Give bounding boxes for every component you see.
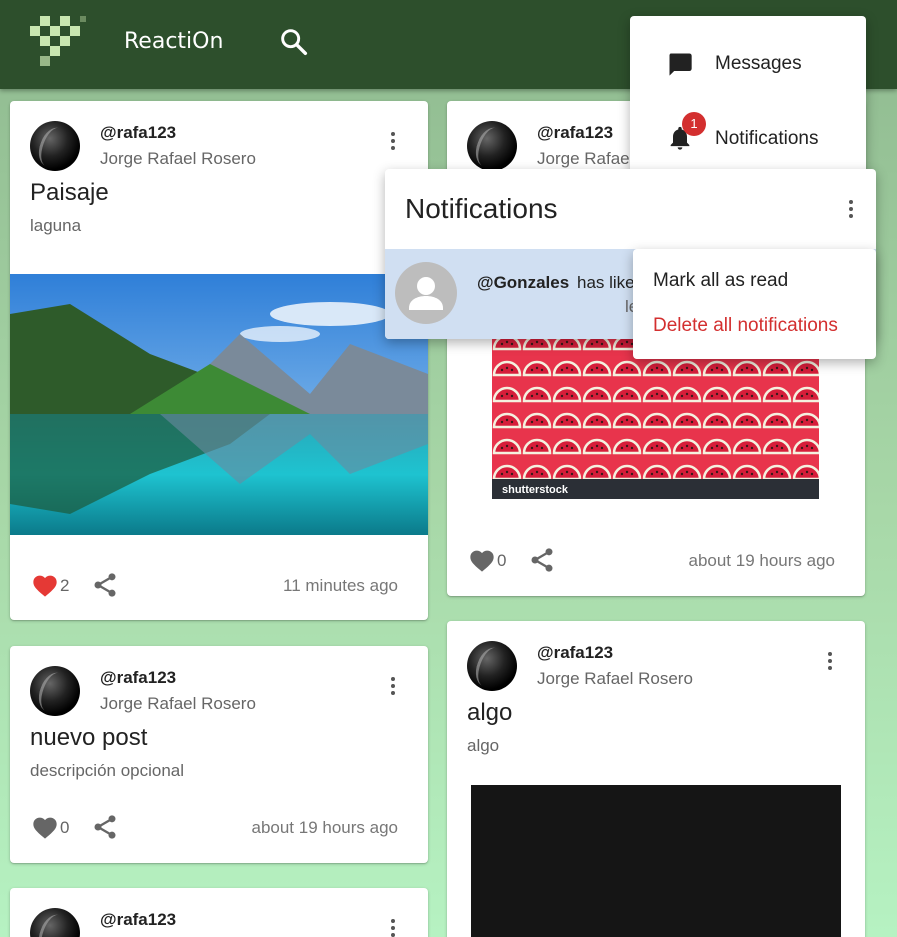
share-icon bbox=[531, 548, 553, 572]
post-card: @rafa123 Jorge Rafael Rosero nuevo post … bbox=[10, 646, 428, 863]
post-image bbox=[10, 274, 428, 535]
more-vert-icon bbox=[391, 677, 395, 695]
avatar[interactable] bbox=[30, 908, 80, 937]
post-author-handle[interactable]: @rafa123 bbox=[100, 668, 176, 688]
share-icon bbox=[94, 815, 116, 839]
post-card: @rafa123 Jorge Rafael Rosero Paisaje lag… bbox=[10, 101, 428, 620]
post-timestamp: 11 minutes ago bbox=[283, 576, 398, 595]
heart-icon bbox=[470, 550, 494, 572]
share-button[interactable] bbox=[91, 571, 119, 599]
chat-icon bbox=[669, 53, 692, 76]
heart-icon bbox=[33, 575, 57, 597]
menu-item-notifications[interactable]: 1 Notifications bbox=[630, 108, 866, 168]
post-image bbox=[471, 785, 841, 937]
like-count: 0 bbox=[497, 551, 507, 570]
like-button[interactable] bbox=[31, 572, 59, 598]
search-icon bbox=[281, 29, 308, 56]
image-watermark: shutterstock bbox=[502, 484, 569, 496]
menu-item-label: Notifications bbox=[715, 128, 819, 149]
post-author-handle[interactable]: @rafa123 bbox=[100, 123, 176, 143]
notifications-more-button[interactable] bbox=[839, 197, 863, 221]
avatar[interactable] bbox=[30, 121, 80, 171]
post-author-handle[interactable]: @rafa123 bbox=[537, 643, 613, 663]
avatar bbox=[395, 262, 457, 324]
post-card: @rafa123 Jorge Rafael Rosero algo algo bbox=[447, 621, 865, 937]
post-title: nuevo post bbox=[30, 724, 148, 751]
post-description: algo bbox=[467, 736, 500, 755]
avatar[interactable] bbox=[467, 641, 517, 691]
account-menu: Messages 1 Notifications bbox=[630, 16, 866, 184]
post-description: laguna bbox=[30, 216, 82, 235]
like-button[interactable] bbox=[468, 547, 496, 573]
delete-all-notifications-button[interactable]: Delete all notifications bbox=[653, 315, 838, 337]
post-author-name: Jorge Rafael Rosero bbox=[100, 694, 256, 713]
notification-user[interactable]: @Gonzales bbox=[477, 273, 569, 293]
more-vert-icon bbox=[849, 200, 853, 218]
post-more-button[interactable] bbox=[381, 674, 405, 698]
menu-item-messages[interactable]: Messages bbox=[630, 32, 866, 92]
avatar[interactable] bbox=[30, 666, 80, 716]
notification-text: has like bbox=[577, 273, 635, 292]
post-author-handle[interactable]: @rafa123 bbox=[100, 910, 176, 930]
like-count: 0 bbox=[60, 818, 70, 837]
post-description: descripción opcional bbox=[30, 761, 185, 780]
like-count: 2 bbox=[60, 576, 70, 595]
more-vert-icon bbox=[391, 132, 395, 150]
notification-count-badge: 1 bbox=[682, 112, 706, 136]
post-timestamp: about 19 hours ago bbox=[688, 551, 835, 570]
post-timestamp: about 19 hours ago bbox=[251, 818, 398, 837]
share-button[interactable] bbox=[528, 546, 556, 574]
share-icon bbox=[94, 573, 116, 597]
post-more-button[interactable] bbox=[818, 649, 842, 673]
avatar[interactable] bbox=[467, 121, 517, 171]
post-more-button[interactable] bbox=[381, 916, 405, 937]
like-button[interactable] bbox=[31, 814, 59, 840]
search-button[interactable] bbox=[278, 26, 310, 58]
more-vert-icon bbox=[828, 652, 832, 670]
post-title: Paisaje bbox=[30, 179, 109, 206]
post-author-handle[interactable]: @rafa123 bbox=[537, 123, 613, 143]
notifications-panel-title: Notifications bbox=[405, 193, 558, 224]
post-author-name: Jorge Rafael Rosero bbox=[100, 149, 256, 168]
app-title[interactable]: ReactiOn bbox=[124, 29, 223, 54]
share-button[interactable] bbox=[91, 813, 119, 841]
more-vert-icon bbox=[391, 919, 395, 937]
mark-all-read-button[interactable]: Mark all as read bbox=[653, 270, 788, 292]
post-more-button[interactable] bbox=[381, 129, 405, 153]
heart-icon bbox=[33, 817, 57, 839]
post-title: algo bbox=[467, 699, 513, 726]
menu-item-label: Messages bbox=[715, 53, 802, 74]
logo[interactable] bbox=[26, 16, 90, 68]
post-author-name: Jorge Rafael Rosero bbox=[537, 669, 693, 688]
post-card: @rafa123 bbox=[10, 888, 428, 937]
notifications-options-menu: Mark all as read Delete all notification… bbox=[633, 249, 876, 359]
person-icon bbox=[409, 277, 443, 310]
